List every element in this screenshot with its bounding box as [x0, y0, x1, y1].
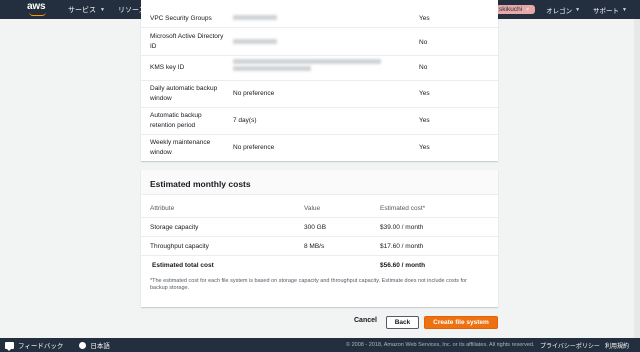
detail-value: No preference — [233, 90, 275, 97]
globe-icon — [79, 341, 87, 349]
detail-editable: Yes — [419, 117, 430, 124]
detail-editable: No — [419, 64, 428, 71]
column-header: Attribute — [150, 205, 175, 212]
region-menu[interactable]: オレゴン ▼ — [546, 5, 580, 15]
detail-row-maintenance-window: Weekly maintenance window No preference … — [141, 135, 498, 161]
detail-value-redacted — [233, 15, 277, 22]
feedback-icon — [5, 341, 14, 351]
chevron-down-icon: ▼ — [100, 6, 105, 13]
aws-logo[interactable]: aws — [27, 2, 49, 17]
detail-value-redacted — [233, 59, 381, 73]
aws-smile-icon — [29, 12, 46, 16]
detail-row-retention-period: Automatic backup retention period 7 day(… — [141, 108, 498, 135]
user-menu[interactable]: skikuchi ▼ — [494, 5, 536, 14]
total-cost-row: Estimated total cost $56.60 / month — [141, 256, 498, 275]
support-label: サポート — [593, 7, 620, 15]
detail-row-vpc-security-groups: VPC Security Groups Yes — [141, 0, 498, 28]
detail-row-active-directory: Microsoft Active Directory ID No — [141, 28, 498, 56]
detail-row-backup-window: Daily automatic backup window No prefere… — [141, 81, 498, 108]
feedback-label: フィードバック — [18, 343, 64, 350]
back-button[interactable]: Back — [386, 316, 419, 329]
cell-attribute: Storage capacity — [150, 224, 199, 231]
column-header: Value — [304, 205, 321, 212]
estimated-costs-panel: Estimated monthly costs Attribute Value … — [141, 170, 498, 307]
total-label: Estimated total cost — [152, 262, 214, 269]
cell-value: 300 GB — [304, 224, 327, 231]
chevron-down-icon: ▼ — [525, 6, 531, 13]
cell-attribute: Throughput capacity — [150, 243, 209, 250]
copyright-text: © 2008 - 2018, Amazon Web Services, Inc.… — [346, 342, 535, 348]
detail-editable: Yes — [419, 15, 430, 22]
aws-logo-text: aws — [27, 1, 46, 12]
cancel-button[interactable]: Cancel — [354, 317, 377, 324]
console-footer: フィードバック 日本語 © 2008 - 2018, Amazon Web Se… — [0, 338, 640, 352]
detail-label: Daily automatic backup window — [150, 85, 218, 102]
table-row: Throughput capacity 8 MB/s $17.60 / mont… — [141, 237, 498, 256]
region-label: オレゴン — [546, 7, 573, 15]
costs-table-header: Attribute Value Estimated cost* — [141, 199, 498, 218]
language-selector[interactable]: 日本語 — [79, 340, 110, 350]
detail-label: Automatic backup retention period — [150, 112, 202, 129]
detail-row-kms-key: KMS key ID No — [141, 56, 498, 81]
total-cost: $56.60 / month — [380, 262, 426, 269]
services-menu-label: サービス — [68, 6, 96, 14]
file-system-details-panel: VPC Security Groups Yes Microsoft Active… — [141, 0, 498, 161]
page-scrollbar[interactable] — [634, 19, 640, 338]
services-menu[interactable]: サービス ▼ — [68, 5, 105, 15]
chevron-down-icon: ▼ — [622, 6, 627, 13]
detail-value: No preference — [233, 144, 275, 151]
detail-editable: Yes — [419, 90, 430, 97]
table-row: Storage capacity 300 GB $39.00 / month — [141, 218, 498, 237]
cell-cost: $39.00 / month — [380, 224, 424, 231]
feedback-link[interactable]: フィードバック — [5, 340, 64, 351]
language-label: 日本語 — [90, 343, 110, 350]
costs-title: Estimated monthly costs — [150, 179, 251, 189]
terms-link[interactable]: 利用規約 — [605, 341, 629, 350]
column-header: Estimated cost* — [380, 205, 426, 212]
user-name: skikuchi — [499, 6, 523, 13]
detail-label: Microsoft Active Directory ID — [150, 33, 224, 50]
cell-value: 8 MB/s — [304, 243, 325, 250]
support-menu[interactable]: サポート ▼ — [593, 5, 627, 15]
create-file-system-button[interactable]: Create file system — [424, 316, 498, 329]
detail-value: 7 day(s) — [233, 117, 257, 124]
cell-cost: $17.60 / month — [380, 243, 424, 250]
detail-editable: No — [419, 39, 428, 46]
chevron-down-icon: ▼ — [575, 6, 581, 13]
cost-footnote: *The estimated cost for each file system… — [150, 278, 467, 291]
detail-label: Weekly maintenance window — [150, 139, 211, 156]
costs-panel-header: Estimated monthly costs — [141, 170, 498, 195]
nav-right: skikuchi ▼ オレゴン ▼ サポート ▼ — [473, 0, 640, 19]
privacy-policy-link[interactable]: プライバシーポリシー — [540, 341, 600, 350]
detail-label: KMS key ID — [150, 64, 185, 71]
detail-editable: Yes — [419, 144, 430, 151]
detail-label: VPC Security Groups — [150, 15, 212, 22]
detail-value-redacted — [233, 39, 277, 46]
